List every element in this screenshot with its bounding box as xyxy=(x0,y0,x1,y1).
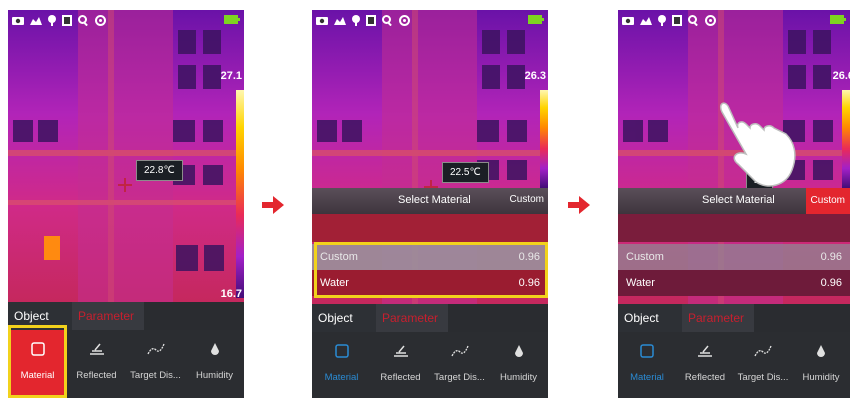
param-label: Target Dis... xyxy=(434,372,485,383)
material-icon xyxy=(640,344,654,358)
distance-icon xyxy=(450,345,469,357)
color-scale-bar xyxy=(540,90,548,188)
tab-parameter[interactable]: Parameter xyxy=(72,302,144,330)
temp-min-label: 16.7 xyxy=(220,288,242,300)
tap-hand-icon xyxy=(719,102,796,187)
tab-object[interactable]: Object xyxy=(618,304,682,332)
custom-button[interactable]: Custom xyxy=(805,188,850,214)
tab-parameter[interactable]: Parameter xyxy=(682,304,754,332)
select-material-header: Select Material Custom xyxy=(618,188,850,214)
param-target-distance-button[interactable]: Target Dis... xyxy=(734,332,792,398)
material-icon xyxy=(334,344,349,358)
material-list-band xyxy=(312,214,548,242)
humidity-icon xyxy=(210,343,219,355)
status-bar xyxy=(8,10,244,30)
param-material-button[interactable]: Material xyxy=(312,332,371,398)
zoom-icon xyxy=(78,14,88,26)
pin-icon xyxy=(352,14,360,26)
signal-icon xyxy=(334,17,346,25)
arrow-right-icon xyxy=(568,196,590,214)
param-reflected-button[interactable]: Reflected xyxy=(67,330,126,398)
reflected-icon xyxy=(698,345,712,357)
param-humidity-button[interactable]: Humidity xyxy=(792,332,850,398)
param-label: Material xyxy=(324,372,359,383)
select-material-title: Select Material xyxy=(398,194,471,206)
zoom-icon xyxy=(382,14,392,26)
material-emissivity: 0.96 xyxy=(820,251,842,263)
camera-icon xyxy=(12,17,24,25)
param-reflected-button[interactable]: Reflected xyxy=(676,332,734,398)
material-highlight-box xyxy=(8,325,67,398)
tab-bar: Object Parameter xyxy=(618,304,850,332)
spot-temperature: 22.5℃ xyxy=(442,162,489,183)
arrow-right-icon xyxy=(262,196,284,214)
pin-icon xyxy=(48,14,56,26)
param-label: Target Dis... xyxy=(130,370,181,381)
select-material-header: Select Material Custom xyxy=(312,188,548,214)
tab-parameter[interactable]: Parameter xyxy=(376,304,448,332)
humidity-icon xyxy=(514,345,523,357)
param-label: Reflected xyxy=(684,372,726,383)
screen-3-custom-selected: 26.6 22 Select Material Custom Custom 0.… xyxy=(618,10,850,398)
tab-bar: Object Parameter xyxy=(312,304,548,332)
material-row-custom[interactable]: Custom 0.96 xyxy=(618,244,850,270)
color-scale-bar xyxy=(842,90,850,188)
gallery-icon xyxy=(672,14,682,26)
signal-icon xyxy=(30,17,42,25)
select-material-title: Select Material xyxy=(702,194,775,206)
temp-max-label: 26.3 xyxy=(524,70,546,82)
gallery-icon xyxy=(62,14,72,26)
custom-button[interactable]: Custom xyxy=(510,194,544,205)
camera-icon xyxy=(622,17,634,25)
temp-max-label: 27.1 xyxy=(220,70,242,82)
material-name: Water xyxy=(626,277,655,289)
param-target-distance-button[interactable]: Target Dis... xyxy=(126,330,185,398)
param-label: Reflected xyxy=(76,370,117,381)
settings-icon xyxy=(705,14,716,26)
parameter-row: Material Reflected Target Dis... Humidit… xyxy=(618,332,850,398)
pin-icon xyxy=(658,14,666,26)
param-material-button[interactable]: Material xyxy=(618,332,676,398)
param-humidity-button[interactable]: Humidity xyxy=(489,332,548,398)
param-reflected-button[interactable]: Reflected xyxy=(371,332,430,398)
signal-icon xyxy=(640,17,652,25)
param-target-distance-button[interactable]: Target Dis... xyxy=(430,332,489,398)
param-label: Humidity xyxy=(802,372,840,383)
param-label: Humidity xyxy=(500,372,537,383)
material-row-water[interactable]: Water 0.96 xyxy=(618,270,850,296)
parameter-row: Material Reflected Target Dis... Humidit… xyxy=(312,332,548,398)
material-name: Custom xyxy=(626,251,664,263)
distance-icon xyxy=(754,345,772,357)
crosshair-icon xyxy=(118,178,132,192)
temp-max-label: 26.6 xyxy=(832,70,850,82)
param-label: Target Dis... xyxy=(737,372,789,383)
thermal-image xyxy=(8,10,244,310)
param-label: Material xyxy=(630,372,664,383)
spot-temperature: 22.8℃ xyxy=(136,160,183,181)
status-bar xyxy=(618,10,850,30)
status-bar xyxy=(312,10,548,30)
zoom-icon xyxy=(688,14,698,26)
reflected-icon xyxy=(393,345,408,357)
camera-icon xyxy=(316,17,328,25)
tab-object[interactable]: Object xyxy=(312,304,376,332)
battery-icon xyxy=(224,15,240,24)
param-label: Reflected xyxy=(380,372,421,383)
distance-icon xyxy=(146,343,165,355)
battery-icon xyxy=(830,15,846,24)
color-scale-bar xyxy=(236,90,244,298)
param-humidity-button[interactable]: Humidity xyxy=(185,330,244,398)
material-list-band xyxy=(618,214,850,242)
material-emissivity: 0.96 xyxy=(820,277,842,289)
gallery-icon xyxy=(366,14,376,26)
settings-icon xyxy=(399,14,410,26)
material-list-highlight-box xyxy=(314,242,548,298)
screen-2-material-list: 26.3 22.5℃ Select Material Custom Custom… xyxy=(312,10,548,398)
settings-icon xyxy=(95,14,106,26)
reflected-icon xyxy=(89,343,104,355)
battery-icon xyxy=(528,15,544,24)
humidity-icon xyxy=(817,345,825,357)
param-label: Humidity xyxy=(196,370,233,381)
